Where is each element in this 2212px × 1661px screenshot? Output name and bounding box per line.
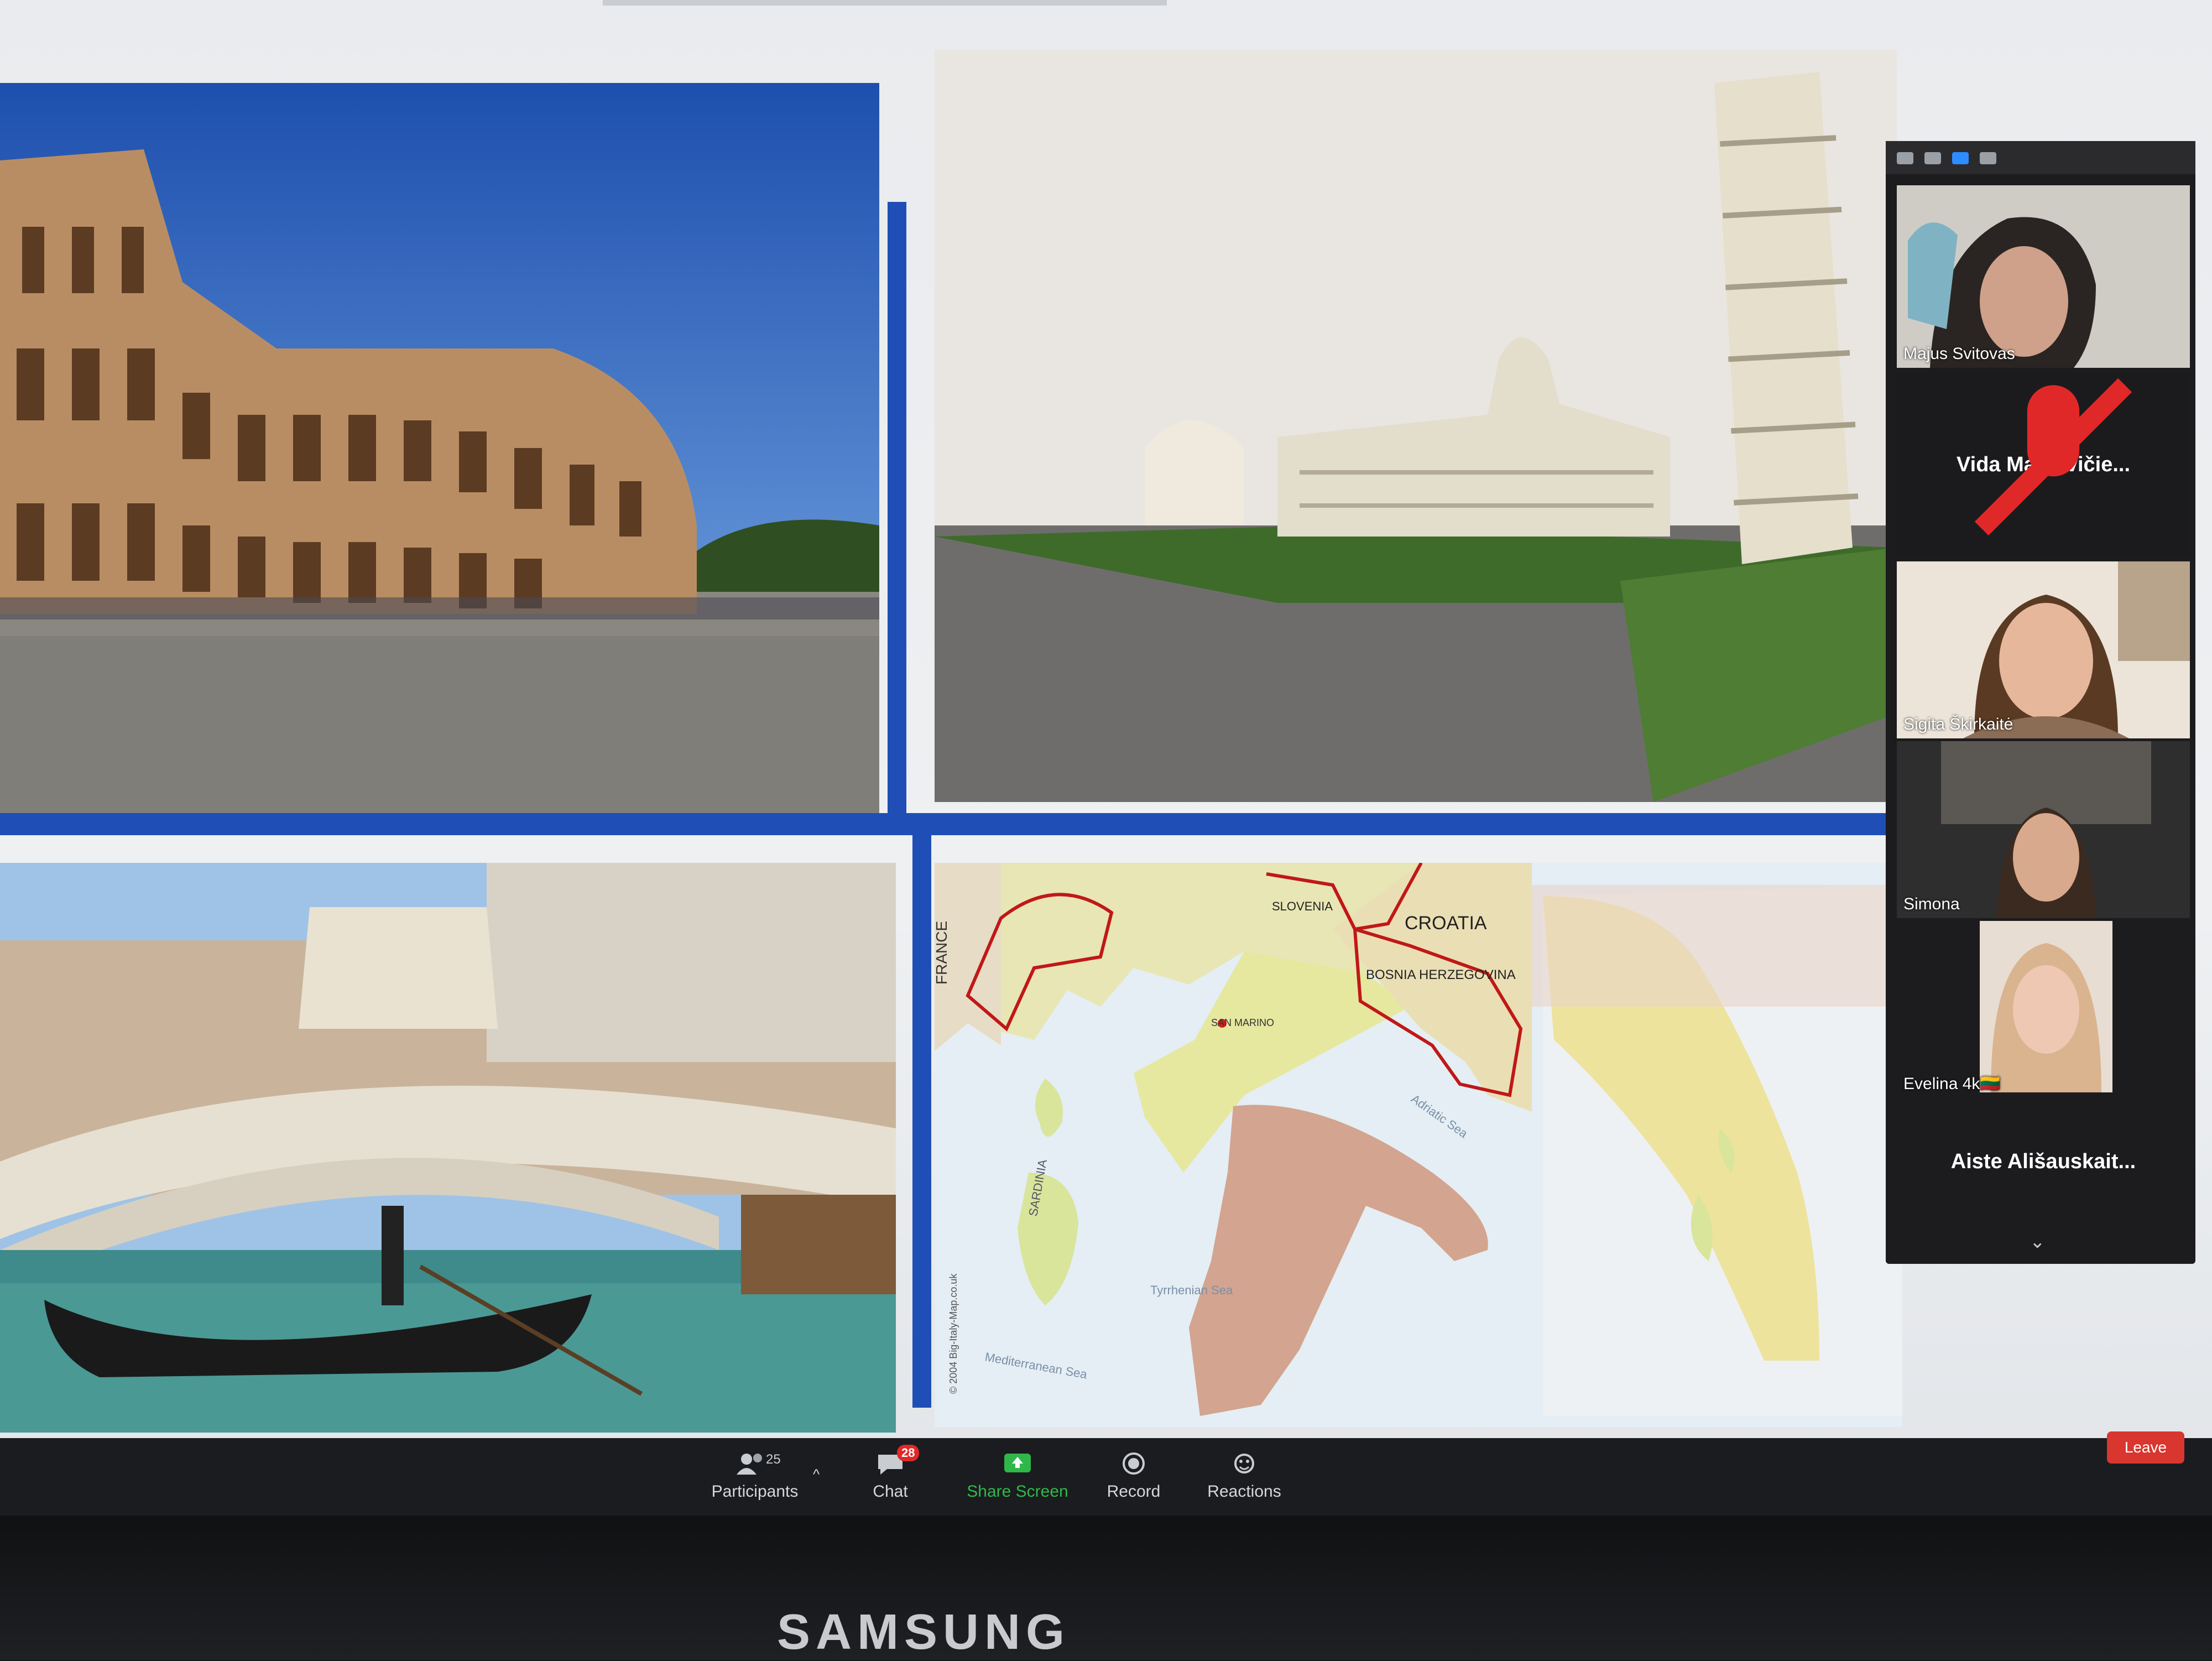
share-screen-label: Share Screen bbox=[967, 1482, 1068, 1501]
slide-divider-horizontal bbox=[0, 813, 1897, 835]
record-button[interactable]: Record bbox=[1078, 1448, 1189, 1509]
participant-tile-1[interactable]: Vida Matkevičie... bbox=[1897, 373, 2190, 556]
participant-name: Majus Svitovas bbox=[1903, 345, 2015, 363]
share-screen-icon bbox=[957, 1450, 1078, 1478]
reactions-icon bbox=[1189, 1450, 1300, 1478]
participant-tile-3[interactable]: Simona bbox=[1897, 741, 2190, 918]
chat-badge: 28 bbox=[897, 1445, 920, 1461]
map-label-slovenia: SLOVENIA bbox=[1272, 899, 1333, 913]
leave-button[interactable]: Leave bbox=[2107, 1431, 2184, 1464]
colosseum-photo bbox=[0, 83, 879, 813]
map-label-san-marino: SAN MARINO bbox=[1211, 1017, 1274, 1028]
reactions-label: Reactions bbox=[1207, 1482, 1281, 1501]
chat-button[interactable]: 28 Chat bbox=[835, 1445, 946, 1509]
participant-tile-2[interactable]: Sigita Škirkaitė bbox=[1897, 561, 2190, 738]
monitor-brand-logo: SAMSUNG bbox=[776, 1605, 1071, 1660]
pisa-photo bbox=[935, 50, 1897, 802]
slide-divider-vertical-top bbox=[888, 202, 906, 821]
gallery-toolbar bbox=[1886, 141, 2195, 174]
participants-caret-icon[interactable]: ^ bbox=[813, 1466, 820, 1483]
map-copyright: © 2004 Big-Italy-Map.co.uk bbox=[948, 1273, 959, 1394]
chevron-down-icon[interactable]: ⌄ bbox=[2030, 1231, 2046, 1253]
monitor-bezel bbox=[0, 1516, 2212, 1659]
shared-screen: FRANCE CROATIA BOSNIA HERZEGOVINA SLOVEN… bbox=[0, 0, 2212, 1504]
participant-tile-4[interactable]: Evelina 4k🇱🇹 bbox=[1897, 921, 2190, 1098]
participant-name: Simona bbox=[1903, 895, 1960, 913]
participants-label: Participants bbox=[711, 1482, 799, 1501]
participants-button[interactable]: 25 Participants bbox=[691, 1448, 818, 1509]
speaker-view-icon[interactable] bbox=[1952, 152, 1969, 164]
map-label-bosnia: BOSNIA HERZEGOVINA bbox=[1366, 967, 1516, 982]
participant-tile-0[interactable]: Majus Svitovas bbox=[1897, 185, 2190, 368]
record-icon bbox=[1078, 1450, 1189, 1478]
window-icon[interactable] bbox=[1924, 152, 1941, 164]
gallery-view-icon[interactable] bbox=[1980, 152, 1996, 164]
record-label: Record bbox=[1107, 1482, 1161, 1501]
participant-name: Aiste Ališauskait... bbox=[1950, 1149, 2136, 1173]
participants-count: 25 bbox=[766, 1452, 781, 1467]
reactions-button[interactable]: Reactions bbox=[1189, 1448, 1300, 1509]
map-label-france: FRANCE bbox=[935, 921, 950, 985]
venice-rialto-photo bbox=[0, 863, 896, 1433]
participant-tile-5[interactable]: Aiste Ališauskait... bbox=[1897, 1106, 2190, 1217]
participant-name: Sigita Škirkaitė bbox=[1903, 715, 2013, 733]
share-screen-button[interactable]: Share Screen bbox=[957, 1448, 1078, 1509]
minimize-icon[interactable] bbox=[1897, 152, 1913, 164]
meeting-toolbar: 25 Participants ^ 28 Chat Share Screen R… bbox=[0, 1438, 2212, 1516]
map-label-tyrrhenian: Tyrrhenian Sea bbox=[1150, 1283, 1233, 1297]
italy-map: FRANCE CROATIA BOSNIA HERZEGOVINA SLOVEN… bbox=[935, 863, 1902, 1427]
slide-divider-vertical-bottom bbox=[912, 832, 931, 1408]
map-label-croatia: CROATIA bbox=[1405, 913, 1487, 934]
participants-icon: 25 bbox=[691, 1450, 818, 1478]
muted-mic-icon bbox=[1974, 378, 2132, 536]
chat-icon bbox=[835, 1450, 946, 1478]
participant-name: Evelina 4k🇱🇹 bbox=[1903, 1075, 2001, 1093]
window-top-strip bbox=[603, 0, 1167, 6]
chat-label: Chat bbox=[873, 1482, 908, 1501]
participants-gallery-panel: Majus Svitovas Vida Matkevičie... Sigita… bbox=[1886, 141, 2195, 1264]
